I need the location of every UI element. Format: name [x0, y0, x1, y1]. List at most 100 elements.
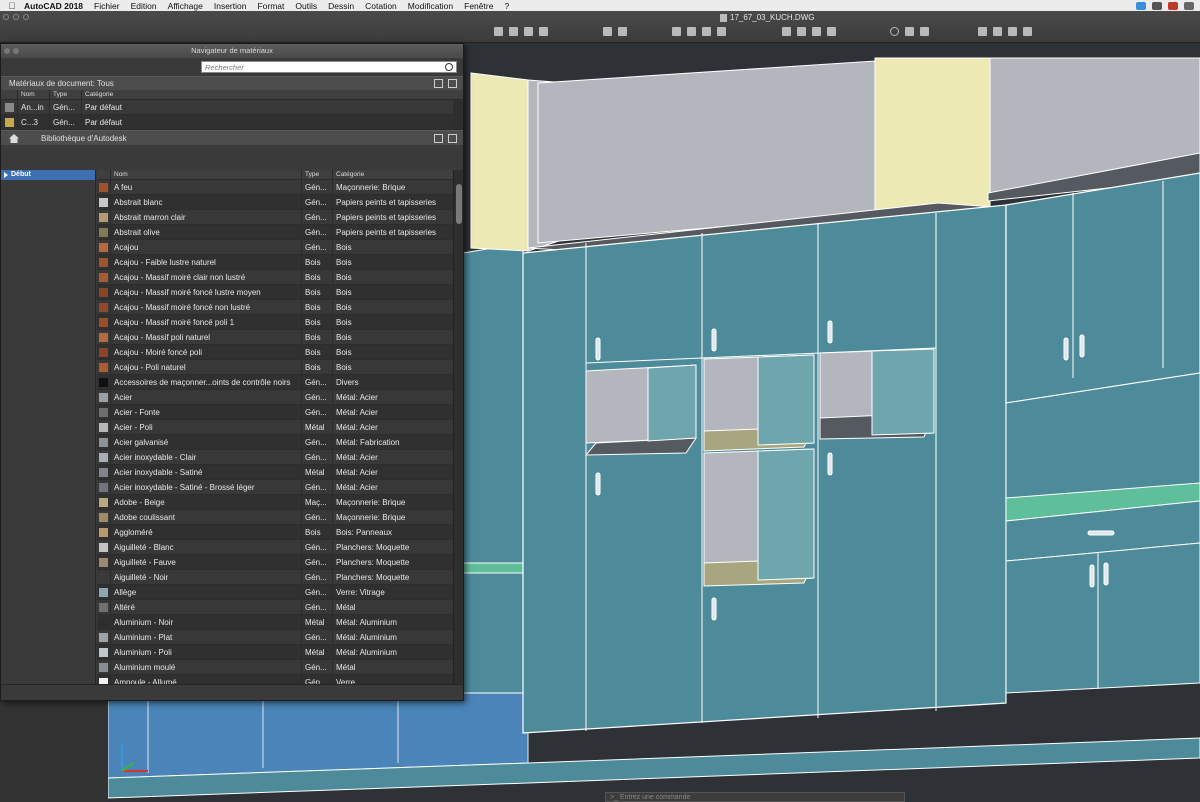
zoom-icon[interactable] [890, 27, 899, 36]
table-row[interactable]: Aiguilleté - Fauve Gén... Planchers: Moque… [97, 555, 453, 570]
table-row[interactable]: Acajou - Faible lustre naturel Bois Bois [97, 255, 453, 270]
table-row[interactable]: Acier inoxydable - Satiné Métal Métal: Aci… [97, 465, 453, 480]
app-status-icon[interactable] [1184, 1, 1194, 10]
table-row[interactable]: Aggloméré Bois Bois: Panneaux [97, 525, 453, 540]
library-label[interactable]: Bibliothèque d'Autodesk [41, 131, 127, 146]
search-icon[interactable] [445, 63, 453, 71]
palette-titlebar[interactable]: Navigateur de matériaux [1, 44, 463, 58]
undo-icon[interactable] [603, 27, 612, 36]
table-row[interactable]: Acajou - Poli naturel Bois Bois [97, 360, 453, 375]
table-row[interactable]: An...in Gén... Par défaut [1, 100, 463, 115]
close-window-icon[interactable] [3, 14, 9, 20]
view-icon-3[interactable] [812, 27, 821, 36]
table-row[interactable]: Acajou Gén... Bois [97, 240, 453, 255]
menu-modification[interactable]: Modification [408, 1, 453, 11]
open-file-icon[interactable] [509, 27, 518, 36]
menu-help[interactable]: ? [504, 1, 509, 11]
layer-icon[interactable] [1008, 27, 1017, 36]
table-row[interactable]: A feu Gén... Maçonnerie: Brique [97, 180, 453, 195]
palette-close-icon[interactable] [4, 48, 10, 54]
menu-insertion[interactable]: Insertion [214, 1, 247, 11]
app-menu[interactable]: AutoCAD 2018 [24, 1, 83, 11]
table-row[interactable]: Aiguilleté - Noir Gén... Planchers: Moquet… [97, 570, 453, 585]
save-icon[interactable] [524, 27, 533, 36]
doc-col-type[interactable]: Type [50, 90, 82, 99]
table-row[interactable]: Adobe coulissant Gén... Maçonnerie: Brique [97, 510, 453, 525]
table-row[interactable]: Abstrait olive Gén... Papiers peints et ta… [97, 225, 453, 240]
lib-col-type[interactable]: Type [302, 170, 333, 179]
table-row[interactable]: Acier galvanisé Gén... Métal: Fabrication [97, 435, 453, 450]
menu-cotation[interactable]: Cotation [365, 1, 397, 11]
table-row[interactable]: Acier inoxydable - Satiné - Brossé léger… [97, 480, 453, 495]
publish-icon[interactable] [717, 27, 726, 36]
library-scrollbar[interactable] [453, 170, 463, 684]
layer-walk-icon[interactable] [1023, 27, 1032, 36]
view-icon-4[interactable] [827, 27, 836, 36]
table-row[interactable]: Abstrait marron clair Gén... Papiers peint… [97, 210, 453, 225]
table-row[interactable]: C...3 Gén... Par défaut [1, 115, 463, 130]
lib-col-category[interactable]: Catégorie [333, 170, 453, 179]
table-row[interactable]: Acier - Poli Métal Métal: Acier [97, 420, 453, 435]
tools-icon[interactable] [1152, 1, 1162, 10]
document-materials-header[interactable]: Matériaux de document: Tous [1, 76, 463, 90]
new-file-icon[interactable] [494, 27, 503, 36]
menu-dessin[interactable]: Dessin [328, 1, 354, 11]
table-row[interactable]: Aluminium moulé Gén... Métal [97, 660, 453, 675]
library-header[interactable]: Bibliothèque d'Autodesk [1, 130, 463, 145]
creative-cloud-icon[interactable] [1168, 1, 1178, 10]
lib-col-name[interactable]: Nom [111, 170, 302, 179]
menu-format[interactable]: Format [257, 1, 284, 11]
menu-affichage[interactable]: Affichage [168, 1, 203, 11]
table-row[interactable]: Acajou - Massif moiré foncé lustre moyen… [97, 285, 453, 300]
layer-properties-icon[interactable] [978, 27, 987, 36]
table-row[interactable]: Aiguilleté - Blanc Gén... Planchers: Moque… [97, 540, 453, 555]
menu-fenetre[interactable]: Fenêtre [464, 1, 493, 11]
grid-view-icon[interactable] [434, 79, 443, 88]
table-row[interactable]: Ampoule - Allumé Gén... Verre [97, 675, 453, 684]
view-icon-1[interactable] [782, 27, 791, 36]
list-view-icon[interactable] [448, 79, 457, 88]
table-row[interactable]: Adobe - Beige Maç... Maçonnerie: Brique [97, 495, 453, 510]
menu-fichier[interactable]: Fichier [94, 1, 120, 11]
table-row[interactable]: Aluminium - Poli Métal Métal: Aluminium [97, 645, 453, 660]
home-icon[interactable] [9, 134, 19, 143]
orbit-icon[interactable] [920, 27, 929, 36]
scroll-thumb[interactable] [456, 184, 462, 224]
cloud-sync-icon[interactable] [1136, 1, 1146, 10]
library-grid-view-icon[interactable] [434, 134, 443, 143]
save-as-icon[interactable] [539, 27, 548, 36]
menu-edition[interactable]: Edition [131, 1, 157, 11]
library-list-view-icon[interactable] [448, 134, 457, 143]
table-row[interactable]: Allège Gén... Verre: Vitrage [97, 585, 453, 600]
apple-menu-icon[interactable]:  [0, 1, 24, 11]
table-row[interactable]: Abstrait blanc Gén... Papiers peints et ta… [97, 195, 453, 210]
table-row[interactable]: Acier - Fonte Gén... Métal: Acier [97, 405, 453, 420]
table-row[interactable]: Altéré Gén... Métal [97, 600, 453, 615]
tree-node-debut[interactable]: Début [1, 170, 95, 180]
table-row[interactable]: Acajou - Massif moiré foncé poli 1 Bois Bo… [97, 315, 453, 330]
redo-icon[interactable] [618, 27, 627, 36]
menu-outils[interactable]: Outils [295, 1, 317, 11]
table-row[interactable]: Acajou - Moiré foncé poli Bois Bois [97, 345, 453, 360]
table-row[interactable]: Accessoires de maçonner...oints de contr… [97, 375, 453, 390]
plot-icon[interactable] [672, 27, 681, 36]
batch-plot-icon[interactable] [687, 27, 696, 36]
table-row[interactable]: Acajou - Massif moiré clair non lustré Bo… [97, 270, 453, 285]
table-row[interactable]: Acier inoxydable - Clair Gén... Métal: Aci… [97, 450, 453, 465]
palette-collapse-icon[interactable] [13, 48, 19, 54]
page-setup-icon[interactable] [702, 27, 711, 36]
zoom-window-icon[interactable] [23, 14, 29, 20]
table-row[interactable]: Acajou - Massif poli naturel Bois Bois [97, 330, 453, 345]
document-scrollbar[interactable] [453, 100, 463, 130]
table-row[interactable]: Aluminium - Plat Gén... Métal: Aluminium [97, 630, 453, 645]
view-icon-2[interactable] [797, 27, 806, 36]
command-line[interactable]: >_ Entrez une commande [605, 792, 905, 802]
search-input[interactable]: Rechercher [201, 61, 457, 73]
pan-icon[interactable] [905, 27, 914, 36]
doc-col-category[interactable]: Catégorie [82, 90, 453, 99]
doc-col-name[interactable]: Nom [18, 90, 50, 99]
layer-state-icon[interactable] [993, 27, 1002, 36]
table-row[interactable]: Aluminium - Noir Métal Métal: Aluminium [97, 615, 453, 630]
minimize-window-icon[interactable] [13, 14, 19, 20]
table-row[interactable]: Acier Gén... Métal: Acier [97, 390, 453, 405]
